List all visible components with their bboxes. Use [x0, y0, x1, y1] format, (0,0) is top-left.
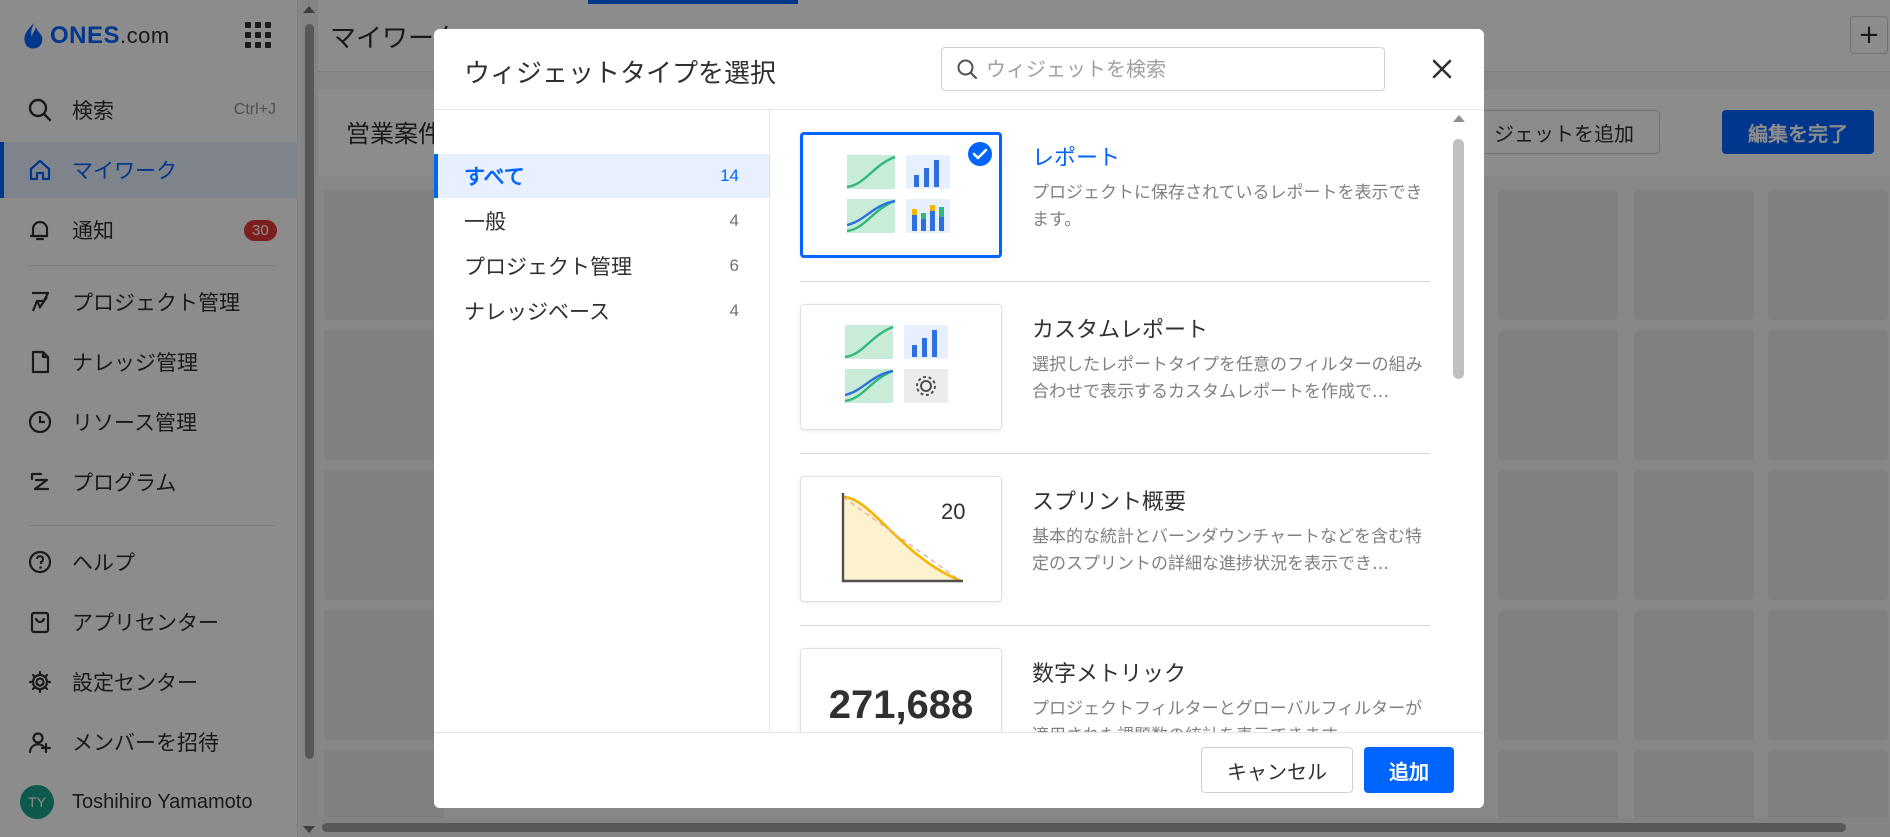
widget-name: 数字メトリック [1032, 662, 1187, 687]
widget-option-sprint-overview[interactable]: 20 スプリント概要 基本的な統計とバーンダウンチャートなどを含む特定のスプリン… [800, 454, 1430, 626]
widget-search-box[interactable] [941, 47, 1385, 91]
widget-type-dialog: ウィジェットタイプを選択 すべて 14 一般 4 プロジェクト管理 6 ナレッジ… [434, 29, 1484, 808]
widget-option-report[interactable]: レポート プロジェクトに保存されているレポートを表示できます。 [800, 110, 1430, 282]
widget-description: 基本的な統計とバーンダウンチャートなどを含む特定のスプリントの詳細な進捗状況を表… [1032, 527, 1422, 574]
metric-number-value: 271,688 [828, 683, 974, 727]
widget-name: カスタムレポート [1032, 318, 1209, 343]
widget-thumbnail: 271,688 [800, 648, 1002, 732]
category-label: すべて [464, 165, 525, 189]
category-general[interactable]: 一般 4 [434, 199, 769, 243]
category-count: 4 [729, 211, 739, 230]
widget-name: レポート [1032, 146, 1121, 171]
widget-description: プロジェクトに保存されているレポートを表示できます。 [1032, 183, 1423, 230]
add-button[interactable]: 追加 [1364, 747, 1454, 793]
widget-list: レポート プロジェクトに保存されているレポートを表示できます。 カスタムレポート… [770, 110, 1484, 732]
category-label: ナレッジベース [464, 300, 610, 324]
category-count: 6 [729, 256, 739, 275]
close-button[interactable] [1422, 49, 1462, 89]
cancel-button[interactable]: キャンセル [1201, 747, 1353, 793]
widget-thumbnail [800, 304, 1002, 430]
dialog-title: ウィジェットタイプを選択 [464, 59, 777, 89]
widget-description: 選択したレポートタイプを任意のフィルターの組み合わせで表示するカスタムレポートを… [1032, 355, 1423, 402]
category-project-management[interactable]: プロジェクト管理 6 [434, 244, 769, 288]
scroll-up-arrow-icon[interactable] [1453, 115, 1465, 122]
burndown-thumbnail-icon: 20 [841, 493, 965, 583]
category-label: 一般 [464, 210, 506, 234]
category-count: 4 [729, 301, 739, 320]
widget-option-custom-report[interactable]: カスタムレポート 選択したレポートタイプを任意のフィルターの組み合わせで表示する… [800, 282, 1430, 454]
category-count: 14 [720, 166, 739, 185]
category-knowledge-base[interactable]: ナレッジベース 4 [434, 289, 769, 333]
selected-check-icon [968, 142, 992, 166]
category-panel: すべて 14 一般 4 プロジェクト管理 6 ナレッジベース 4 [434, 110, 770, 732]
search-icon [957, 59, 977, 79]
widget-list-scrollbar[interactable] [1452, 115, 1466, 729]
close-icon [1432, 59, 1452, 79]
widget-thumbnail: 20 [800, 476, 1002, 602]
dialog-footer: キャンセル 追加 [434, 732, 1484, 808]
widget-option-number-metric[interactable]: 271,688 数字メトリック プロジェクトフィルターとグローバルフィルターが適… [800, 626, 1430, 732]
category-label: プロジェクト管理 [464, 255, 632, 279]
widget-description: プロジェクトフィルターとグローバルフィルターが適用された課題数の統計を表示できま… [1032, 699, 1423, 732]
widget-search-input[interactable] [986, 57, 1366, 81]
widget-thumbnail [800, 132, 1002, 258]
sprint-count-value: 20 [941, 499, 965, 524]
category-all[interactable]: すべて 14 [434, 154, 769, 198]
scrollbar-thumb[interactable] [1453, 139, 1464, 379]
custom-report-thumbnail-icon [844, 325, 948, 403]
widget-name: スプリント概要 [1032, 490, 1187, 515]
